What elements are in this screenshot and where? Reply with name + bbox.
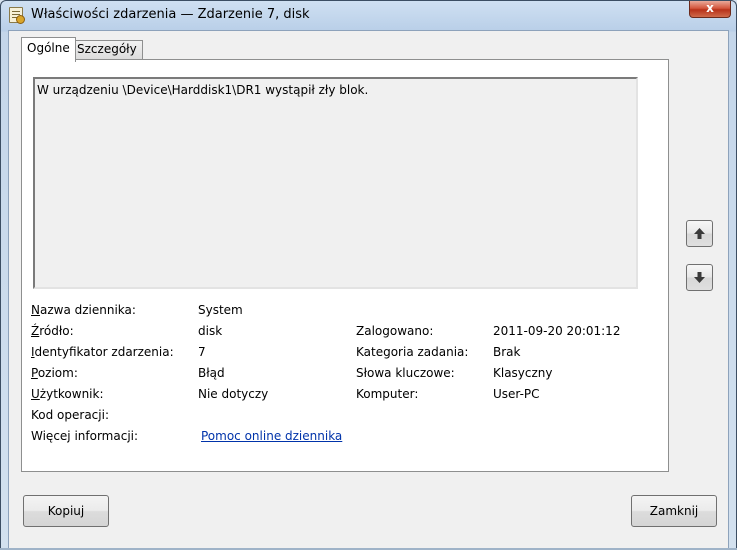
event-description[interactable]: W urządzeniu \Device\Harddisk1\DR1 wystą…: [33, 77, 638, 289]
general-tab-panel: W urządzeniu \Device\Harddisk1\DR1 wystą…: [21, 59, 669, 472]
window-title: Właściwości zdarzenia — Zdarzenie 7, dis…: [31, 7, 310, 22]
task-category-label: Kategoria zadania:: [356, 345, 469, 359]
keywords-value[interactable]: Klasyczny: [493, 366, 553, 380]
computer-label: Komputer:: [356, 387, 419, 401]
event-id-value[interactable]: 7: [198, 345, 206, 359]
tab-general[interactable]: Ogólne: [21, 37, 76, 62]
source-value[interactable]: disk: [198, 324, 222, 338]
tab-details[interactable]: Szczegóły: [71, 40, 143, 59]
logged-label: Zalogowano:: [356, 324, 434, 338]
event-viewer-icon: [9, 7, 25, 24]
close-button[interactable]: Zamknij: [631, 495, 717, 527]
event-id-label: Identyfikator zdarzenia:: [31, 345, 174, 359]
log-name-value[interactable]: System: [198, 303, 243, 317]
arrow-up-icon: [694, 228, 705, 239]
more-info-label: Więcej informacji:: [31, 429, 139, 443]
dialog-body: Ogólne Szczegóły W urządzeniu \Device\Ha…: [8, 30, 729, 549]
previous-event-button[interactable]: [686, 220, 713, 247]
copy-button[interactable]: Kopiuj: [23, 495, 109, 527]
opcode-label: Kod operacji:: [31, 408, 109, 422]
arrow-down-icon: [694, 272, 705, 283]
log-name-label: Nazwa dziennika:: [31, 303, 136, 317]
user-label: Użytkownik:: [31, 387, 104, 401]
window-close-button[interactable]: x: [689, 1, 731, 18]
task-category-value[interactable]: Brak: [493, 345, 520, 359]
computer-value[interactable]: User-PC: [493, 387, 540, 401]
level-label: Poziom:: [31, 366, 78, 380]
keywords-label: Słowa kluczowe:: [356, 366, 455, 380]
user-value[interactable]: Nie dotyczy: [198, 387, 268, 401]
source-label: Źródło:: [31, 324, 74, 338]
level-value[interactable]: Błąd: [198, 366, 225, 380]
logged-value[interactable]: 2011-09-20 20:01:12: [493, 324, 620, 338]
event-properties-window: Właściwości zdarzenia — Zdarzenie 7, dis…: [0, 0, 737, 550]
next-event-button[interactable]: [686, 264, 713, 291]
title-bar[interactable]: Właściwości zdarzenia — Zdarzenie 7, dis…: [1, 1, 736, 29]
online-help-link[interactable]: Pomoc online dziennika: [201, 429, 342, 443]
